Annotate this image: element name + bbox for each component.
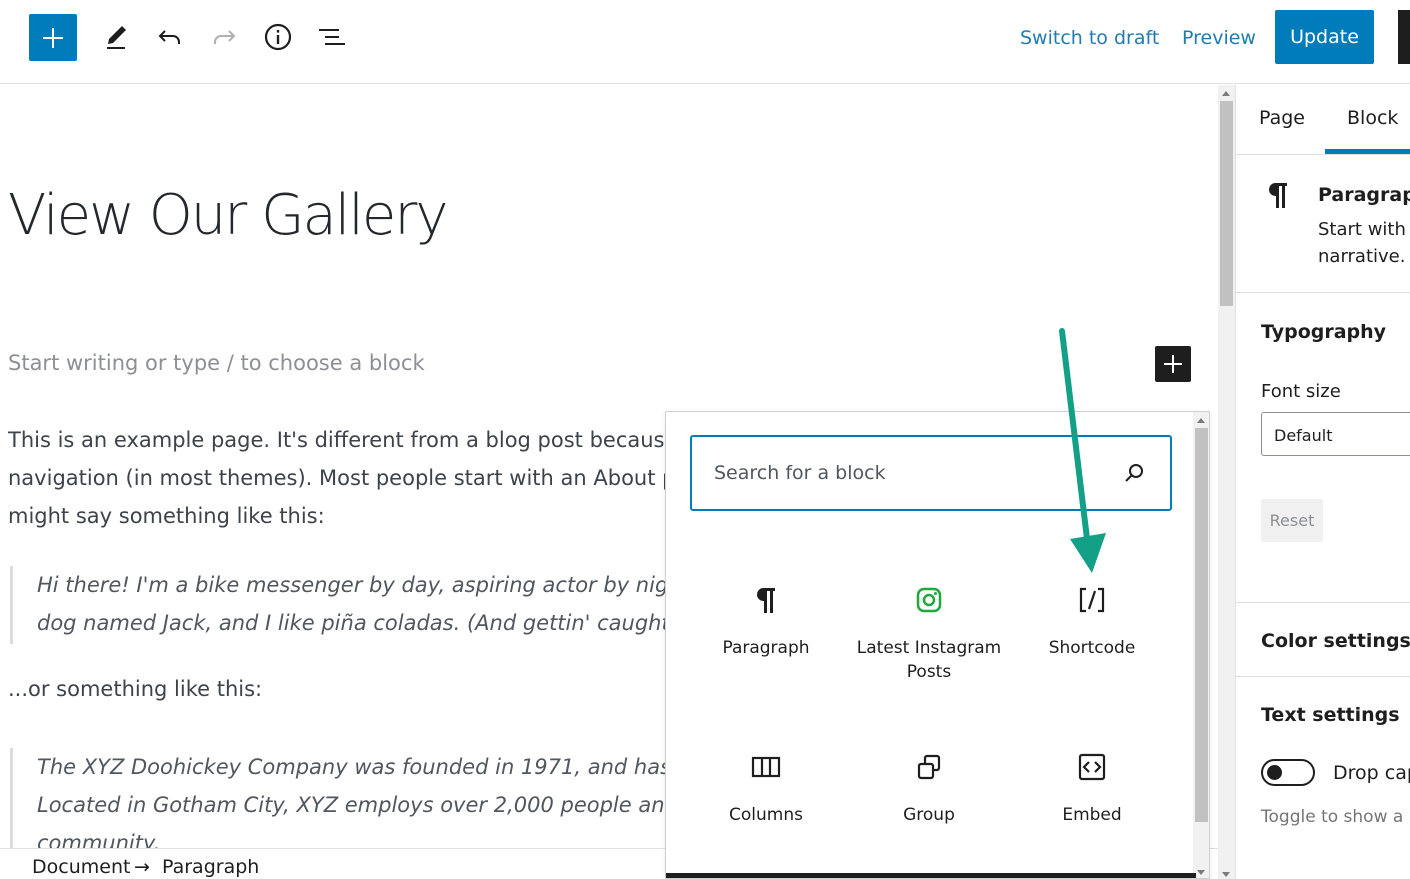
- scrollbar-thumb[interactable]: [1195, 428, 1208, 822]
- block-item-label: Latest Instagram Posts: [856, 638, 1002, 682]
- quote-line: Hi there! I'm a bike messenger by day, a…: [37, 573, 668, 597]
- redo-button[interactable]: [204, 14, 244, 60]
- breadcrumb-document[interactable]: Document: [32, 856, 130, 878]
- details-button[interactable]: [258, 14, 298, 60]
- block-item-shortcode[interactable]: Shortcode: [1012, 582, 1172, 722]
- paragraph-line: This is an example page. It's different …: [8, 428, 668, 452]
- outline-button[interactable]: [312, 14, 352, 60]
- tab-block[interactable]: Block: [1347, 107, 1398, 129]
- font-size-select[interactable]: Default: [1261, 412, 1410, 456]
- block-item-label: Paragraph: [722, 638, 810, 658]
- shortcode-icon: [1079, 587, 1105, 613]
- scroll-up-arrow[interactable]: [1222, 91, 1230, 96]
- block-search: [690, 435, 1172, 511]
- settings-toggle-button[interactable]: [1398, 10, 1410, 64]
- panel-divider: [1236, 676, 1410, 677]
- block-item-paragraph[interactable]: Paragraph: [686, 582, 846, 722]
- paragraph-icon: [756, 588, 775, 613]
- block-item-label: Group: [903, 805, 955, 825]
- plus-icon: [43, 27, 63, 48]
- info-icon: [264, 23, 292, 51]
- undo-icon: [158, 30, 180, 44]
- paragraph-block[interactable]: ...or something like this:: [8, 677, 262, 701]
- scroll-down-arrow[interactable]: [1222, 872, 1230, 877]
- sidebar-tabs: Page Block: [1236, 85, 1410, 155]
- redo-icon: [214, 30, 236, 44]
- post-title[interactable]: View Our Gallery: [8, 183, 449, 248]
- columns-icon: [751, 756, 781, 778]
- plus-icon: [1164, 355, 1182, 373]
- preview-button[interactable]: Preview: [1182, 24, 1256, 52]
- quote-block[interactable]: Hi there! I'm a bike messenger by day, a…: [10, 566, 668, 644]
- search-icon: [1125, 464, 1143, 482]
- embed-icon: [1078, 753, 1106, 781]
- panel-divider: [1236, 602, 1410, 603]
- inserter-bottom-edge: [666, 873, 1196, 878]
- inserter-scrollbar[interactable]: [1193, 412, 1209, 878]
- block-item-columns[interactable]: Columns: [686, 749, 846, 878]
- inline-add-block-button[interactable]: [1155, 346, 1191, 382]
- group-icon: [917, 754, 941, 780]
- undo-button[interactable]: [150, 14, 190, 60]
- drop-cap-help-text: Toggle to show a la: [1261, 807, 1410, 827]
- block-item-label: Shortcode: [1048, 638, 1136, 658]
- list-view-icon: [319, 29, 345, 45]
- text-settings-panel-title[interactable]: Text settings: [1261, 704, 1400, 726]
- paragraph-block[interactable]: This is an example page. It's different …: [8, 421, 668, 535]
- quote-line: community.: [37, 831, 161, 848]
- paragraph-icon: [1268, 183, 1287, 208]
- breadcrumb-separator: →: [134, 856, 150, 878]
- quote-line: Located in Gotham City, XYZ employs over…: [37, 793, 668, 817]
- scroll-down-arrow[interactable]: [1197, 870, 1205, 875]
- font-size-reset-button[interactable]: Reset: [1261, 499, 1323, 542]
- block-item-group[interactable]: Group: [849, 749, 1009, 878]
- add-block-button[interactable]: [29, 14, 77, 61]
- color-settings-panel-title[interactable]: Color settings: [1261, 630, 1410, 652]
- settings-sidebar: Page Block Paragraph Start with t narrat…: [1235, 85, 1410, 879]
- block-search-input[interactable]: [714, 457, 1094, 489]
- drop-cap-label: Drop cap: [1333, 762, 1410, 784]
- active-tab-indicator: [1325, 149, 1410, 154]
- block-item-latest-instagram-posts[interactable]: Latest Instagram Posts: [849, 582, 1009, 722]
- block-inserter-popover: Paragraph Latest Instagram Posts Shortco…: [665, 411, 1210, 879]
- editor-scrollbar[interactable]: [1218, 85, 1235, 879]
- paragraph-line: navigation (in most themes). Most people…: [8, 466, 668, 490]
- block-item-label: Embed: [1062, 805, 1122, 825]
- block-card: Paragraph Start with t narrative.: [1236, 156, 1410, 293]
- toggle-knob: [1267, 765, 1282, 780]
- typography-panel-title[interactable]: Typography: [1261, 321, 1386, 343]
- editor-header: Switch to draft Preview Update: [0, 0, 1410, 84]
- empty-paragraph-placeholder[interactable]: Start writing or type / to choose a bloc…: [8, 351, 425, 375]
- instagram-icon: [916, 587, 942, 613]
- quote-line: dog named Jack, and I like piña coladas.…: [37, 611, 668, 635]
- block-item-embed[interactable]: Embed: [1012, 749, 1172, 878]
- quote-block[interactable]: The XYZ Doohickey Company was founded in…: [10, 748, 668, 848]
- block-item-label: Columns: [729, 805, 803, 825]
- drop-cap-toggle[interactable]: [1261, 759, 1315, 786]
- tools-button[interactable]: [96, 14, 136, 60]
- pencil-icon: [107, 26, 126, 49]
- tab-page[interactable]: Page: [1259, 107, 1305, 129]
- quote-line: The XYZ Doohickey Company was founded in…: [37, 755, 668, 779]
- block-card-title: Paragraph: [1318, 184, 1410, 206]
- breadcrumb-current: Paragraph: [162, 856, 260, 878]
- update-button[interactable]: Update: [1275, 10, 1374, 64]
- switch-to-draft-button[interactable]: Switch to draft: [1020, 24, 1159, 52]
- scroll-up-arrow[interactable]: [1197, 418, 1205, 423]
- font-size-label: Font size: [1261, 381, 1341, 402]
- block-card-description: Start with t narrative.: [1318, 219, 1410, 267]
- scrollbar-thumb[interactable]: [1220, 101, 1233, 306]
- paragraph-line: might say something like this:: [8, 504, 325, 528]
